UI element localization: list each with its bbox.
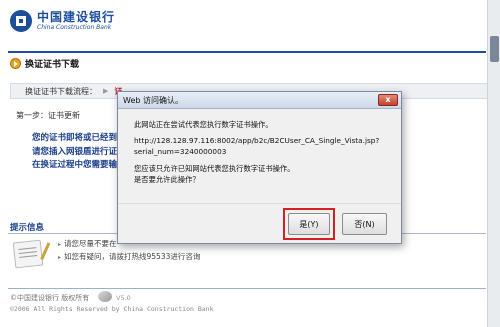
arrow-circle-icon [10, 58, 21, 69]
yes-button[interactable]: 是(Y) [288, 213, 330, 235]
footer-rights: ©2006 All Rights Reserved by China Const… [10, 305, 214, 313]
close-icon[interactable]: x [378, 94, 398, 106]
dialog-question: 是否要允许此操作？ [134, 175, 200, 184]
tips-title: 提示信息 [10, 223, 45, 233]
bank-logo-icon [10, 10, 32, 32]
section-title-text: 换证证书下载 [25, 60, 80, 70]
dialog-button-bar: 是(Y) 否(N) [118, 203, 401, 243]
tip-item: 请您尽量不要在 [58, 238, 117, 249]
notepad-icon [12, 239, 44, 269]
footer-logo-icon [98, 291, 112, 302]
notice-line: 在换证过程中您需要输 [32, 160, 118, 170]
dialog-url: http://128.128.97.116:8002/app/b2c/B2CUs… [134, 136, 380, 156]
dialog-message: 此网站正在尝试代表您执行数字证书操作。 http://128.128.97.11… [130, 119, 393, 185]
bank-logo: 中国建设银行 China Construction Bank [10, 8, 115, 34]
notice-line: 您的证书即将或已经到 [32, 133, 118, 143]
footer-copyright: ©中国建设银行 版权所有 [10, 294, 90, 302]
dialog-warning-text: 此网站正在尝试代表您执行数字证书操作。 [134, 120, 273, 129]
section-title: 换证证书下载 [10, 57, 79, 70]
flow-arrow-icon: ▶ [103, 87, 109, 95]
bank-name-cn: 中国建设银行 [37, 10, 116, 24]
flow-label: 换证证书下载流程： [25, 86, 97, 96]
footer-divider [8, 288, 486, 289]
no-button[interactable]: 否(N) [342, 213, 387, 235]
tip-item: 如您有疑问，请拨打热线95533进行咨询 [58, 251, 200, 262]
footer-version: V5.0 [116, 294, 131, 302]
scrollbar[interactable] [487, 0, 500, 327]
header-divider [8, 51, 486, 53]
notice-line: 请您插入网银盾进行证 [32, 147, 118, 157]
bank-name-en: China Construction Bank [37, 24, 112, 31]
step-label: 第一步：证书更新 [16, 111, 80, 120]
web-access-confirm-dialog: Web 访问确认。 x 此网站正在尝试代表您执行数字证书操作。 http://1… [117, 91, 402, 244]
dialog-advice-line1: 您应该只允许已知网站代表您执行数字证书操作。 [134, 164, 295, 173]
dialog-title: Web 访问确认。 [123, 95, 183, 105]
dialog-titlebar[interactable]: Web 访问确认。 x [118, 92, 401, 109]
scrollbar-thumb[interactable] [490, 36, 499, 62]
